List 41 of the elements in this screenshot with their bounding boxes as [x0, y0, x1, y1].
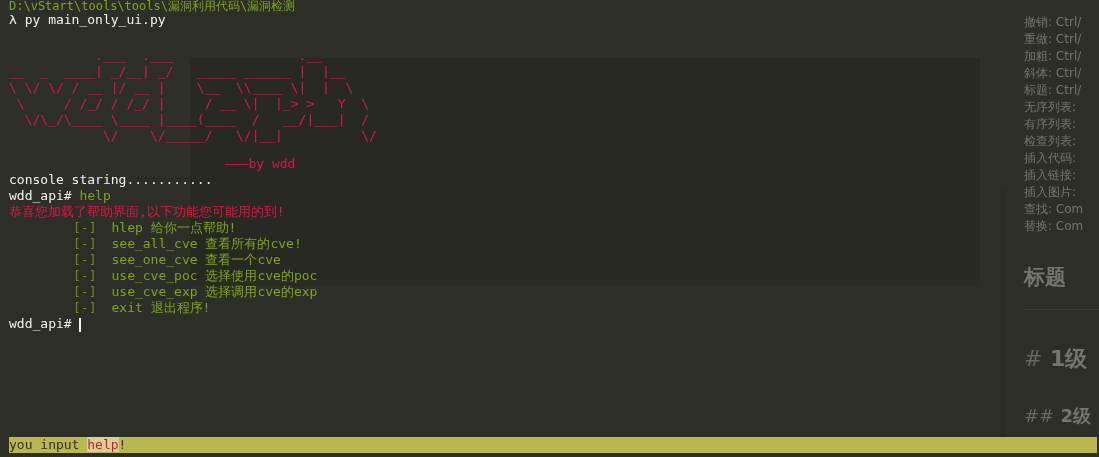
text-cursor: [79, 317, 82, 332]
shortcut-text: 检查列表:: [1024, 133, 1078, 150]
status-text: !: [118, 437, 127, 452]
signature-text: ———by wdd: [225, 156, 296, 171]
bullet-text: [-]: [73, 300, 97, 315]
heading-text: ## 2级: [1024, 404, 1092, 428]
bullet-text: [-]: [73, 236, 97, 251]
shortcut-text: 斜体: Ctrl/: [1024, 65, 1083, 82]
shortcut-text: 重做: Ctrl/: [1024, 31, 1083, 48]
help-text: use_cve_poc 选择使用cve的poc: [111, 268, 318, 283]
status-text: you input: [9, 437, 81, 452]
command-text: help: [79, 188, 111, 203]
shortcut-text: 标题: Ctrl/: [1024, 82, 1083, 99]
help-text: use_cve_exp 选择调用cve的exp: [111, 284, 318, 299]
shortcut-text: 插入图片:: [1024, 184, 1078, 201]
help-text: hlep 给你一点帮助!: [111, 220, 237, 235]
shortcut-text: 有序列表:: [1024, 116, 1078, 133]
help-text: exit 退出程序!: [111, 300, 211, 315]
bullet-text: [-]: [73, 284, 97, 299]
shortcut-text: 撤销: Ctrl/: [1024, 14, 1083, 31]
bullet-text: [-]: [73, 268, 97, 283]
status-command: help: [87, 437, 119, 452]
shortcut-text: 加粗: Ctrl/: [1024, 48, 1083, 65]
help-text: see_one_cve 查看一个cve: [111, 252, 281, 267]
heading-text: 标题: [1024, 264, 1067, 291]
shortcut-text: 插入链接:: [1024, 167, 1078, 184]
heading-text: # 1级: [1024, 345, 1089, 373]
bullet-text: [-]: [73, 252, 97, 267]
shortcut-text: 查找: Com: [1024, 201, 1085, 218]
shortcut-text: 无序列表:: [1024, 99, 1078, 116]
prompt-text: wdd_api#: [9, 316, 72, 331]
help-text: see_all_cve 查看所有的cve!: [111, 236, 302, 251]
welcome-text: 恭喜您加载了帮助界面,以下功能您可能用的到!: [9, 204, 285, 220]
startup-text: console staring...........: [9, 172, 213, 188]
shortcut-text: 替换: Com: [1024, 218, 1085, 235]
path-text: D:\vStart\tools\tools\漏洞利用代码\漏洞检测: [9, 0, 296, 12]
bullet-text: [-]: [73, 220, 97, 235]
command-text: λ py main_only_ui.py: [9, 12, 166, 28]
ascii-art-title: .___ .___ .__ __ _ ____| _/__| _/ _____ ______ | |__ \ \/ \/ / __ |/ __ | \__ \\____ \| | \ \ / /_/ / /_/ | / __ \| |_> > Y \ \/\_/\____ \____ |____(____ / __/|___| / \/ \/_____/ \/|__| \/: [9, 48, 377, 144]
shortcut-text: 插入代码:: [1024, 150, 1078, 167]
prompt-text: wdd_api#: [9, 188, 72, 203]
